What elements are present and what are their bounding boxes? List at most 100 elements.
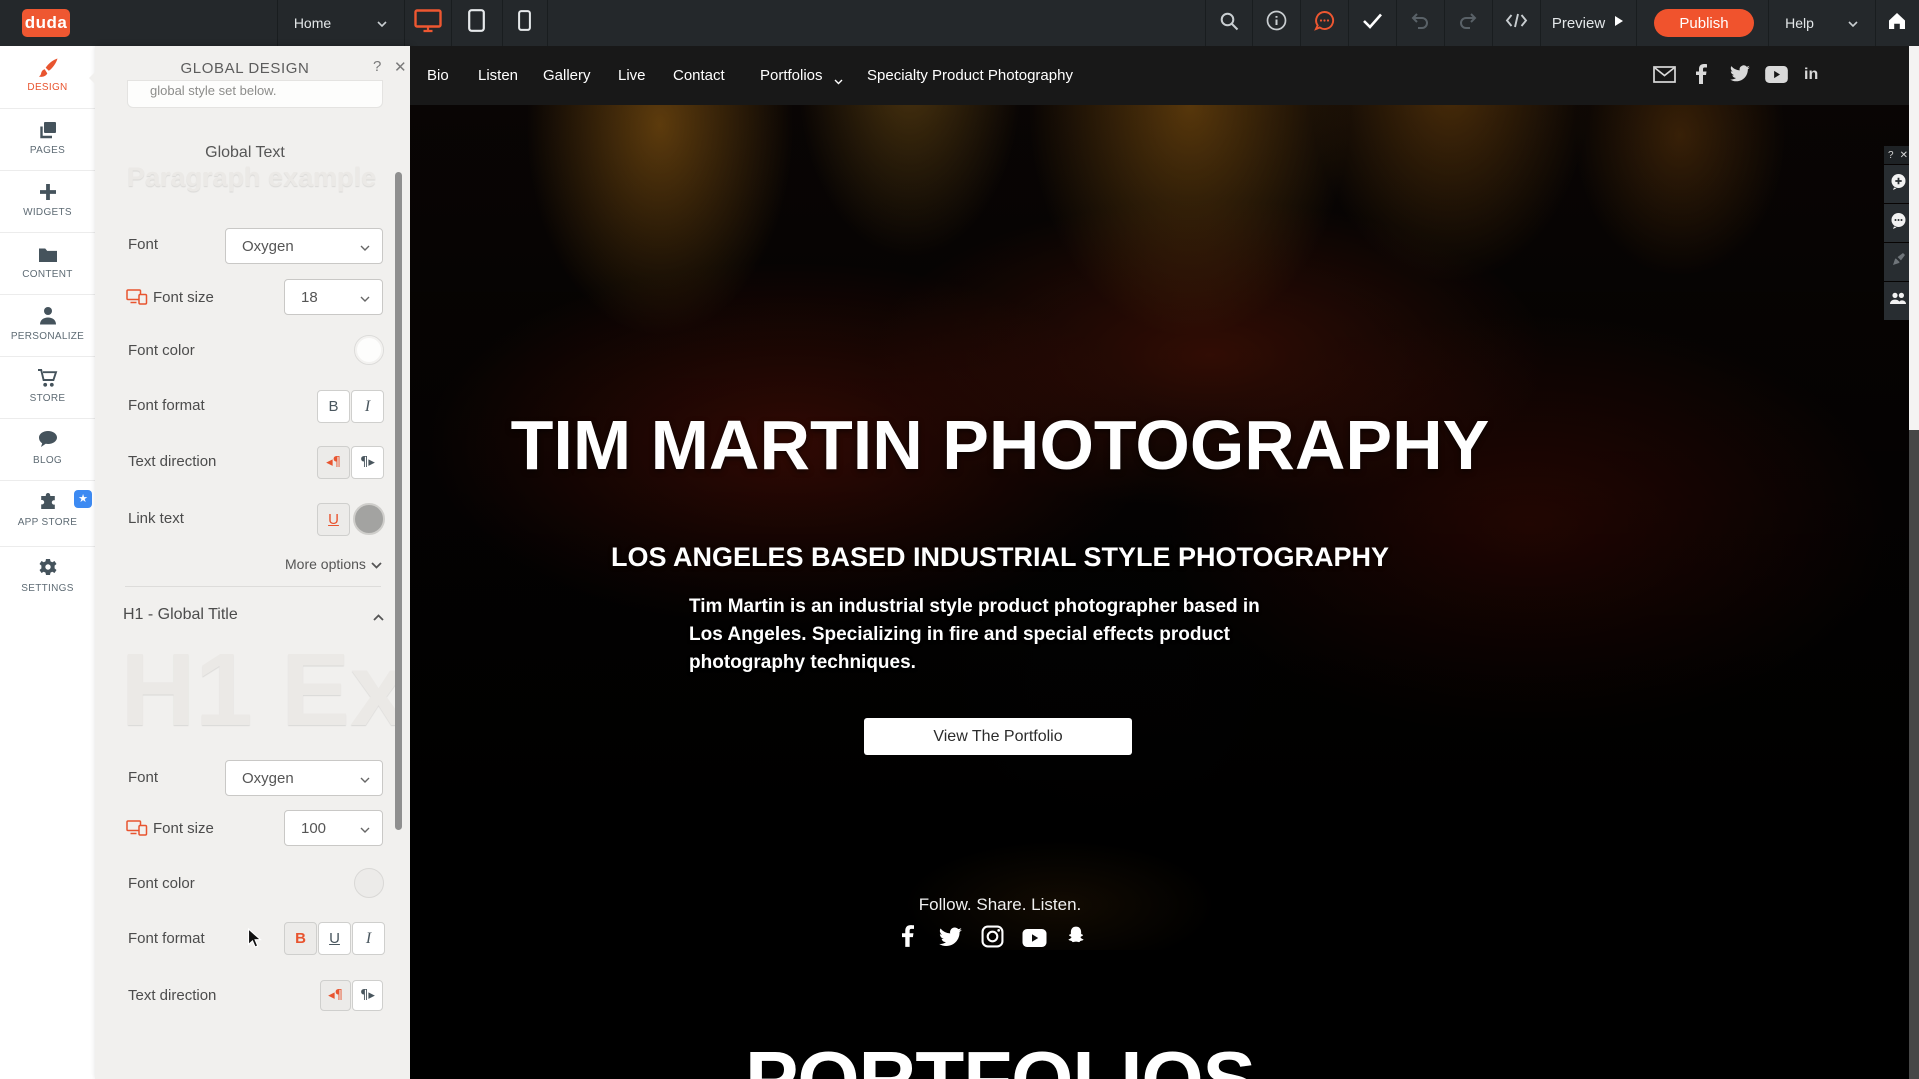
hero-subtitle[interactable]: LOS ANGELES BASED INDUSTRIAL STYLE PHOTO…	[410, 542, 1590, 573]
email-icon[interactable]	[1653, 66, 1676, 88]
dev-mode-button[interactable]	[1492, 0, 1540, 46]
link-underline-button[interactable]: U	[317, 503, 350, 536]
sidebar-item-personalize[interactable]: PERSONALIZE	[0, 294, 95, 357]
facebook-icon[interactable]	[902, 925, 914, 952]
h1-text-direction-ltr-button[interactable]: ◂¶	[320, 980, 351, 1011]
paragraph-ltr-icon: ◂¶	[328, 988, 343, 1003]
site-nav-gallery[interactable]: Gallery	[543, 67, 591, 84]
sidebar-item-widgets[interactable]: WIDGETS	[0, 170, 95, 233]
search-icon	[1219, 11, 1239, 36]
chevron-down-icon	[834, 72, 843, 89]
h1-font-size-select[interactable]: 100	[284, 810, 383, 846]
publish-button[interactable]: Publish	[1654, 9, 1754, 37]
h1-font-select[interactable]: Oxygen	[225, 760, 383, 796]
chevron-down-icon	[377, 14, 387, 32]
preview-button[interactable]: Preview	[1540, 0, 1636, 46]
responsive-devices-icon	[126, 289, 148, 310]
sidebar-item-content[interactable]: CONTENT	[0, 232, 95, 295]
portfolios-section[interactable]: PORTFOLIOS	[410, 950, 1909, 1079]
help-menu[interactable]: Help	[1768, 0, 1875, 46]
chevron-down-icon	[360, 238, 370, 255]
hero-title[interactable]: TIM MARTIN PHOTOGRAPHY	[410, 405, 1590, 485]
h1-font-size-label: Font size	[153, 820, 214, 837]
h1-underline-button[interactable]: U	[318, 922, 351, 955]
h1-text-direction-rtl-button[interactable]: ¶▸	[352, 980, 383, 1011]
close-icon[interactable]: ✕	[1900, 150, 1908, 161]
h1-italic-button[interactable]: I	[352, 922, 385, 955]
link-color-swatch[interactable]	[353, 503, 385, 535]
h1-bold-button[interactable]: B	[284, 922, 317, 955]
save-check-button[interactable]	[1348, 0, 1396, 46]
sidebar-item-label: STORE	[0, 393, 95, 404]
bold-label: B	[328, 398, 338, 415]
instagram-icon[interactable]	[981, 925, 1004, 953]
font-color-label: Font color	[128, 342, 195, 359]
close-icon[interactable]: ✕	[394, 58, 407, 76]
tablet-icon	[468, 9, 485, 37]
toolbar-help-button[interactable]: ?	[1888, 150, 1894, 161]
site-nav-portfolios[interactable]: Portfolios	[760, 67, 823, 84]
hero-body-text[interactable]: Tim Martin is an industrial style produc…	[689, 593, 1264, 677]
add-comment-button[interactable]	[1884, 165, 1912, 203]
sidebar-item-settings[interactable]: SETTINGS	[0, 546, 95, 609]
tablet-view-button[interactable]	[451, 0, 502, 46]
underline-label: U	[328, 511, 339, 528]
h1-font-color-swatch[interactable]	[354, 868, 384, 898]
panel-scrollbar[interactable]	[395, 172, 402, 830]
duda-logo[interactable]: duda	[22, 9, 70, 37]
page-selector-label: Home	[294, 15, 331, 31]
vertical-scrollbar[interactable]	[1909, 46, 1919, 1079]
font-size-select[interactable]: 18	[284, 279, 383, 315]
hide-annotations-button[interactable]	[1884, 243, 1912, 281]
site-nav-bio[interactable]: Bio	[427, 67, 449, 84]
linkedin-icon[interactable]: in	[1804, 66, 1818, 84]
font-format-label: Font format	[128, 397, 205, 414]
collapse-chevron-up-icon[interactable]	[373, 608, 384, 626]
youtube-icon[interactable]	[1765, 66, 1788, 88]
sidebar-item-app-store[interactable]: APP STORE ★	[0, 480, 95, 547]
undo-button[interactable]	[1396, 0, 1444, 46]
comment-dots-icon	[1890, 212, 1907, 234]
snapchat-icon[interactable]	[1065, 925, 1087, 953]
view-portfolio-button[interactable]: View The Portfolio	[864, 718, 1132, 755]
floating-toolbar: ? ✕	[1884, 146, 1912, 320]
text-direction-rtl-button[interactable]: ¶▸	[351, 446, 384, 479]
italic-button[interactable]: I	[351, 390, 384, 423]
scrolled-note: global style set below.	[127, 80, 383, 108]
dashboard-home-button[interactable]	[1875, 0, 1919, 46]
more-options-link[interactable]: More options	[285, 556, 382, 572]
text-direction-ltr-button[interactable]: ◂¶	[317, 446, 350, 479]
facebook-icon[interactable]	[1696, 64, 1707, 89]
site-nav-live[interactable]: Live	[618, 67, 646, 84]
site-nav-contact[interactable]: Contact	[673, 67, 725, 84]
scrollbar-thumb[interactable]	[1909, 46, 1919, 430]
font-select[interactable]: Oxygen	[225, 228, 383, 264]
search-button[interactable]	[1205, 0, 1252, 46]
chevron-down-icon	[360, 289, 370, 306]
sidebar-item-pages[interactable]: PAGES	[0, 108, 95, 171]
sidebar-item-blog[interactable]: BLOG	[0, 418, 95, 481]
site-nav-listen[interactable]: Listen	[478, 67, 518, 84]
mobile-view-button[interactable]	[502, 0, 547, 46]
youtube-icon[interactable]	[1022, 929, 1047, 952]
sidebar-item-label: CONTENT	[0, 269, 95, 280]
comments-button[interactable]	[1884, 204, 1912, 242]
site-canvas[interactable]: Bio Listen Gallery Live Contact Portfoli…	[410, 46, 1909, 1079]
twitter-icon[interactable]	[1729, 65, 1751, 88]
page-selector[interactable]: Home	[277, 0, 404, 46]
sidebar-item-label: BLOG	[0, 455, 95, 466]
panel-help-button[interactable]: ?	[373, 58, 381, 75]
collaborators-button[interactable]	[1884, 282, 1912, 320]
hero-section[interactable]: TIM MARTIN PHOTOGRAPHY LOS ANGELES BASED…	[410, 105, 1909, 950]
info-button[interactable]	[1252, 0, 1300, 46]
sidebar-item-store[interactable]: STORE	[0, 356, 95, 419]
font-color-swatch[interactable]	[354, 335, 384, 365]
site-nav-specialty[interactable]: Specialty Product Photography	[867, 67, 1073, 84]
h1-font-label: Font	[128, 769, 158, 786]
pen-slash-icon	[1890, 251, 1907, 273]
redo-button[interactable]	[1444, 0, 1492, 46]
bold-button[interactable]: B	[317, 390, 350, 423]
desktop-view-button[interactable]	[404, 0, 451, 46]
feedback-button[interactable]	[1300, 0, 1348, 46]
sidebar-item-label: PAGES	[0, 145, 95, 156]
